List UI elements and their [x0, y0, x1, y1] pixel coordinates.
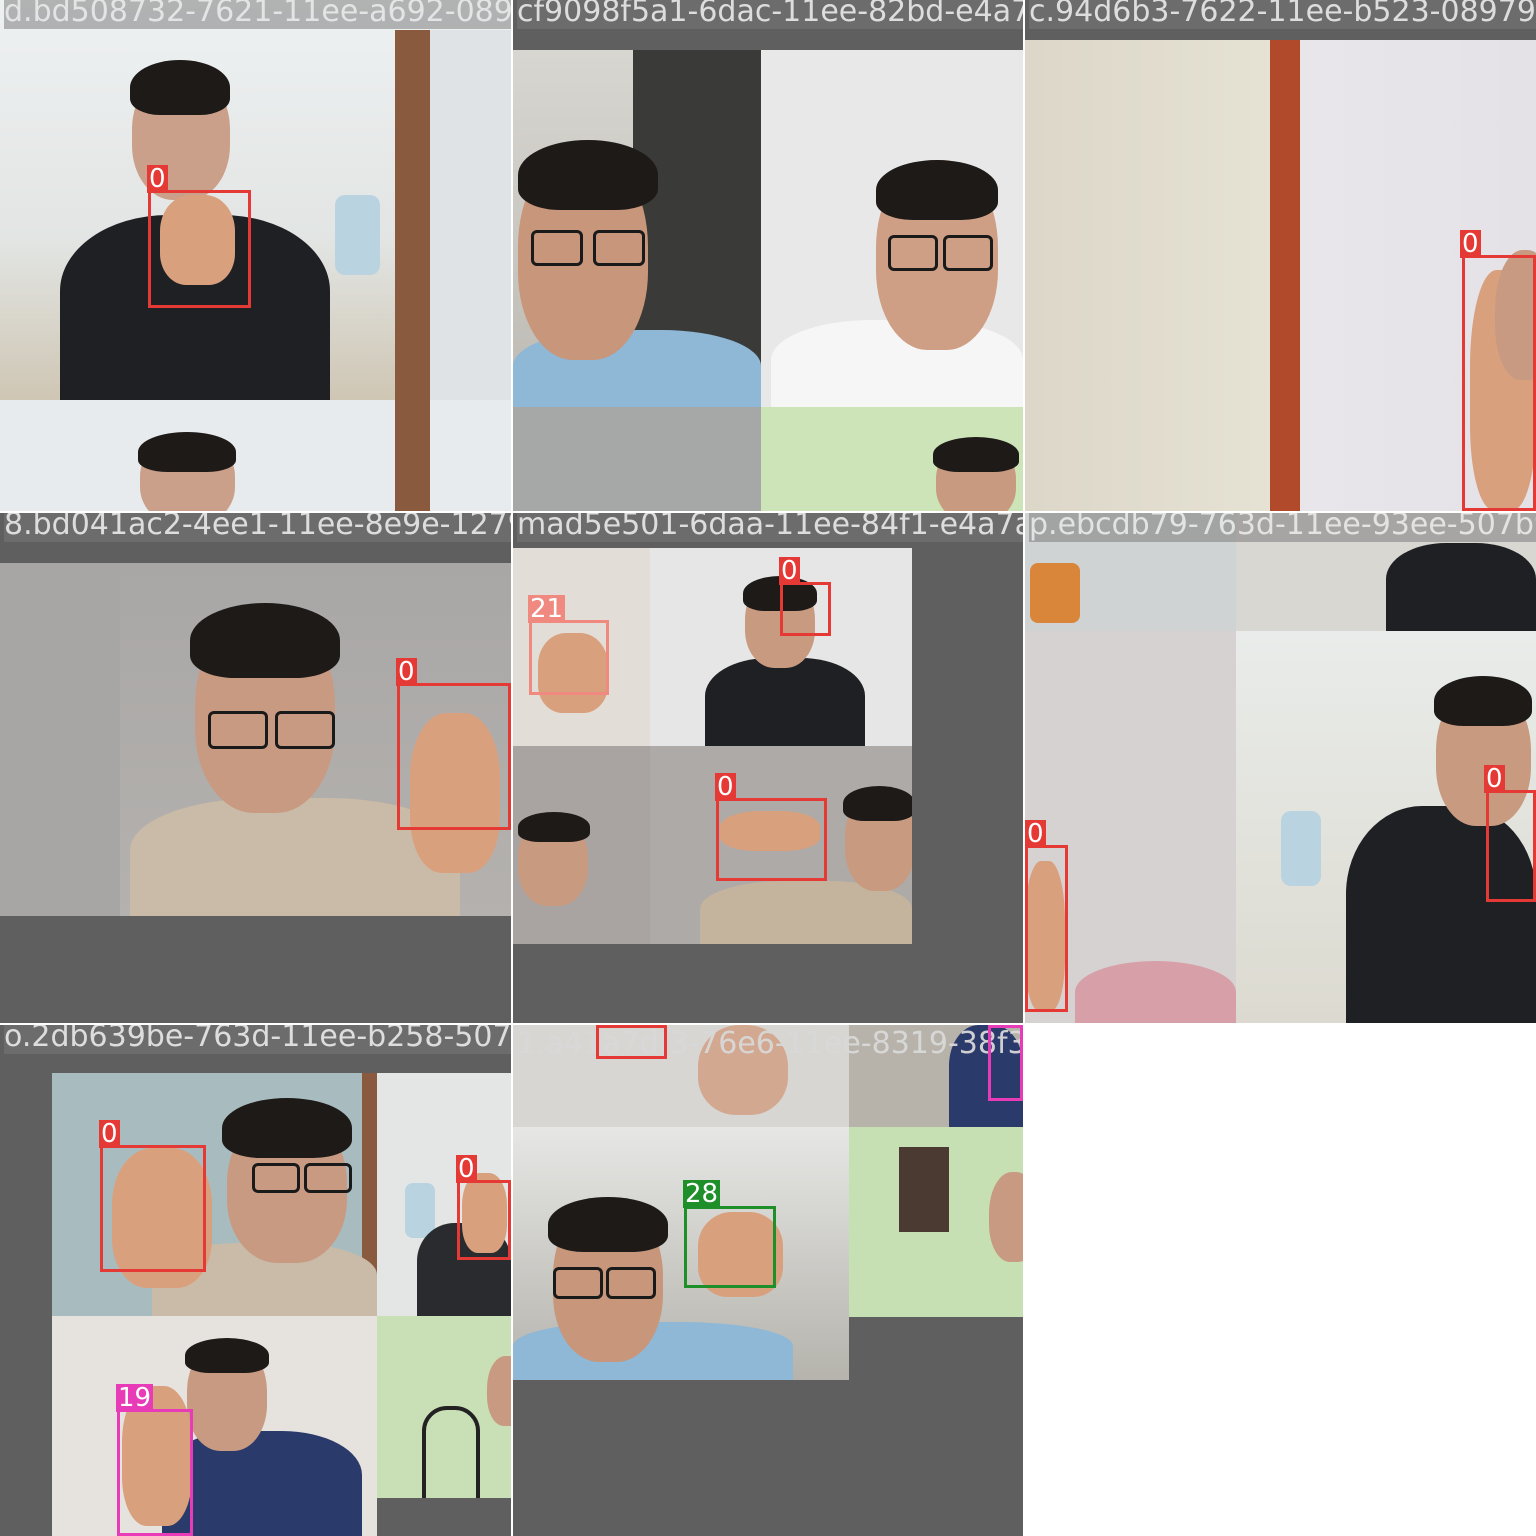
detection-box: [1486, 790, 1536, 902]
class-label: 28: [683, 1179, 721, 1209]
mosaic-tile-1: 0 d.bd508732-7621-11ee-a692-089798d3e32.…: [0, 0, 511, 511]
photo-room-person-bottom: [0, 400, 511, 511]
photo-room-person: [0, 0, 511, 400]
detection-box: [148, 190, 251, 308]
mosaic-tile-3: 0 c.94d6b3-7622-11ee-b523-089798d: [1025, 0, 1536, 511]
tile-title: 8.bd041ac2-4ee1-11ee-8e9e-127915071d73.j: [4, 513, 511, 542]
class-label: 0: [1484, 764, 1505, 794]
tile-title: o.2db639be-763d-11ee-b258-507b9d4984: [4, 1025, 511, 1054]
detection-box: [684, 1206, 776, 1288]
detection-box: [780, 582, 831, 636]
class-label: 0: [99, 1119, 120, 1149]
photo-right-person: [761, 50, 1023, 407]
class-label: 0: [1460, 229, 1481, 259]
class-label: 0: [147, 164, 168, 194]
photo-person-fist: [513, 1127, 849, 1380]
tile-title: mad5e501-6daa-11ee-84f1-e4a7a03180706: [517, 513, 1023, 542]
detection-box: [397, 683, 511, 830]
mosaic-tile-5: 21 0 0 mad5e501-6daa-11ee-84f1-e4a7a0318…: [513, 513, 1023, 1023]
tile-title: 1.a41a7df3-76e6-11ee-8319-38f3abb0baaf.j: [517, 1026, 1023, 1061]
detection-box: [457, 1180, 511, 1260]
class-label: 0: [396, 657, 417, 687]
photo-left-person: [513, 50, 761, 407]
detection-box: [1462, 255, 1536, 511]
mosaic-tile-8: 0 28 19 1.a41a7df3-76e6-11ee-8319-38f3ab…: [513, 1025, 1023, 1536]
tile-title: d.bd508732-7621-11ee-a692-089798d3e32.j: [4, 0, 511, 29]
photo-person-tank-top: [52, 1316, 377, 1536]
mosaic-tile-6: 0 0 p.ebcdb79-763d-11ee-93ee-507b9d: [1025, 513, 1536, 1023]
mosaic-tile-4: 0 8.bd041ac2-4ee1-11ee-8e9e-127915071d73…: [0, 513, 511, 1023]
class-label: 19: [116, 1383, 154, 1413]
mosaic-tile-7: 0 0 19 o.2db639be-763d-11ee-b258-507b9d4…: [0, 1025, 511, 1536]
class-label: 0: [779, 556, 800, 586]
mosaic-tile-2: cf9098f5a1-6dac-11ee-82bd-e4a7a03194765: [513, 0, 1023, 511]
detection-box: [529, 620, 609, 695]
detection-box: [100, 1145, 206, 1272]
class-label: 21: [528, 594, 566, 624]
detection-box: [117, 1409, 193, 1536]
detection-box: [1025, 845, 1068, 1012]
detection-box: [596, 1025, 667, 1059]
tile-title: cf9098f5a1-6dac-11ee-82bd-e4a7a03194765: [517, 0, 1023, 29]
detection-box: [716, 798, 827, 881]
detection-box: [988, 1025, 1023, 1101]
tile-title: p.ebcdb79-763d-11ee-93ee-507b9d: [1029, 513, 1536, 542]
photo-close-hand: [1025, 40, 1536, 511]
class-label: 0: [715, 772, 736, 802]
tile-title: c.94d6b3-7622-11ee-b523-089798d: [1029, 0, 1536, 29]
class-label: 0: [1025, 819, 1046, 849]
class-label: 0: [456, 1154, 477, 1184]
